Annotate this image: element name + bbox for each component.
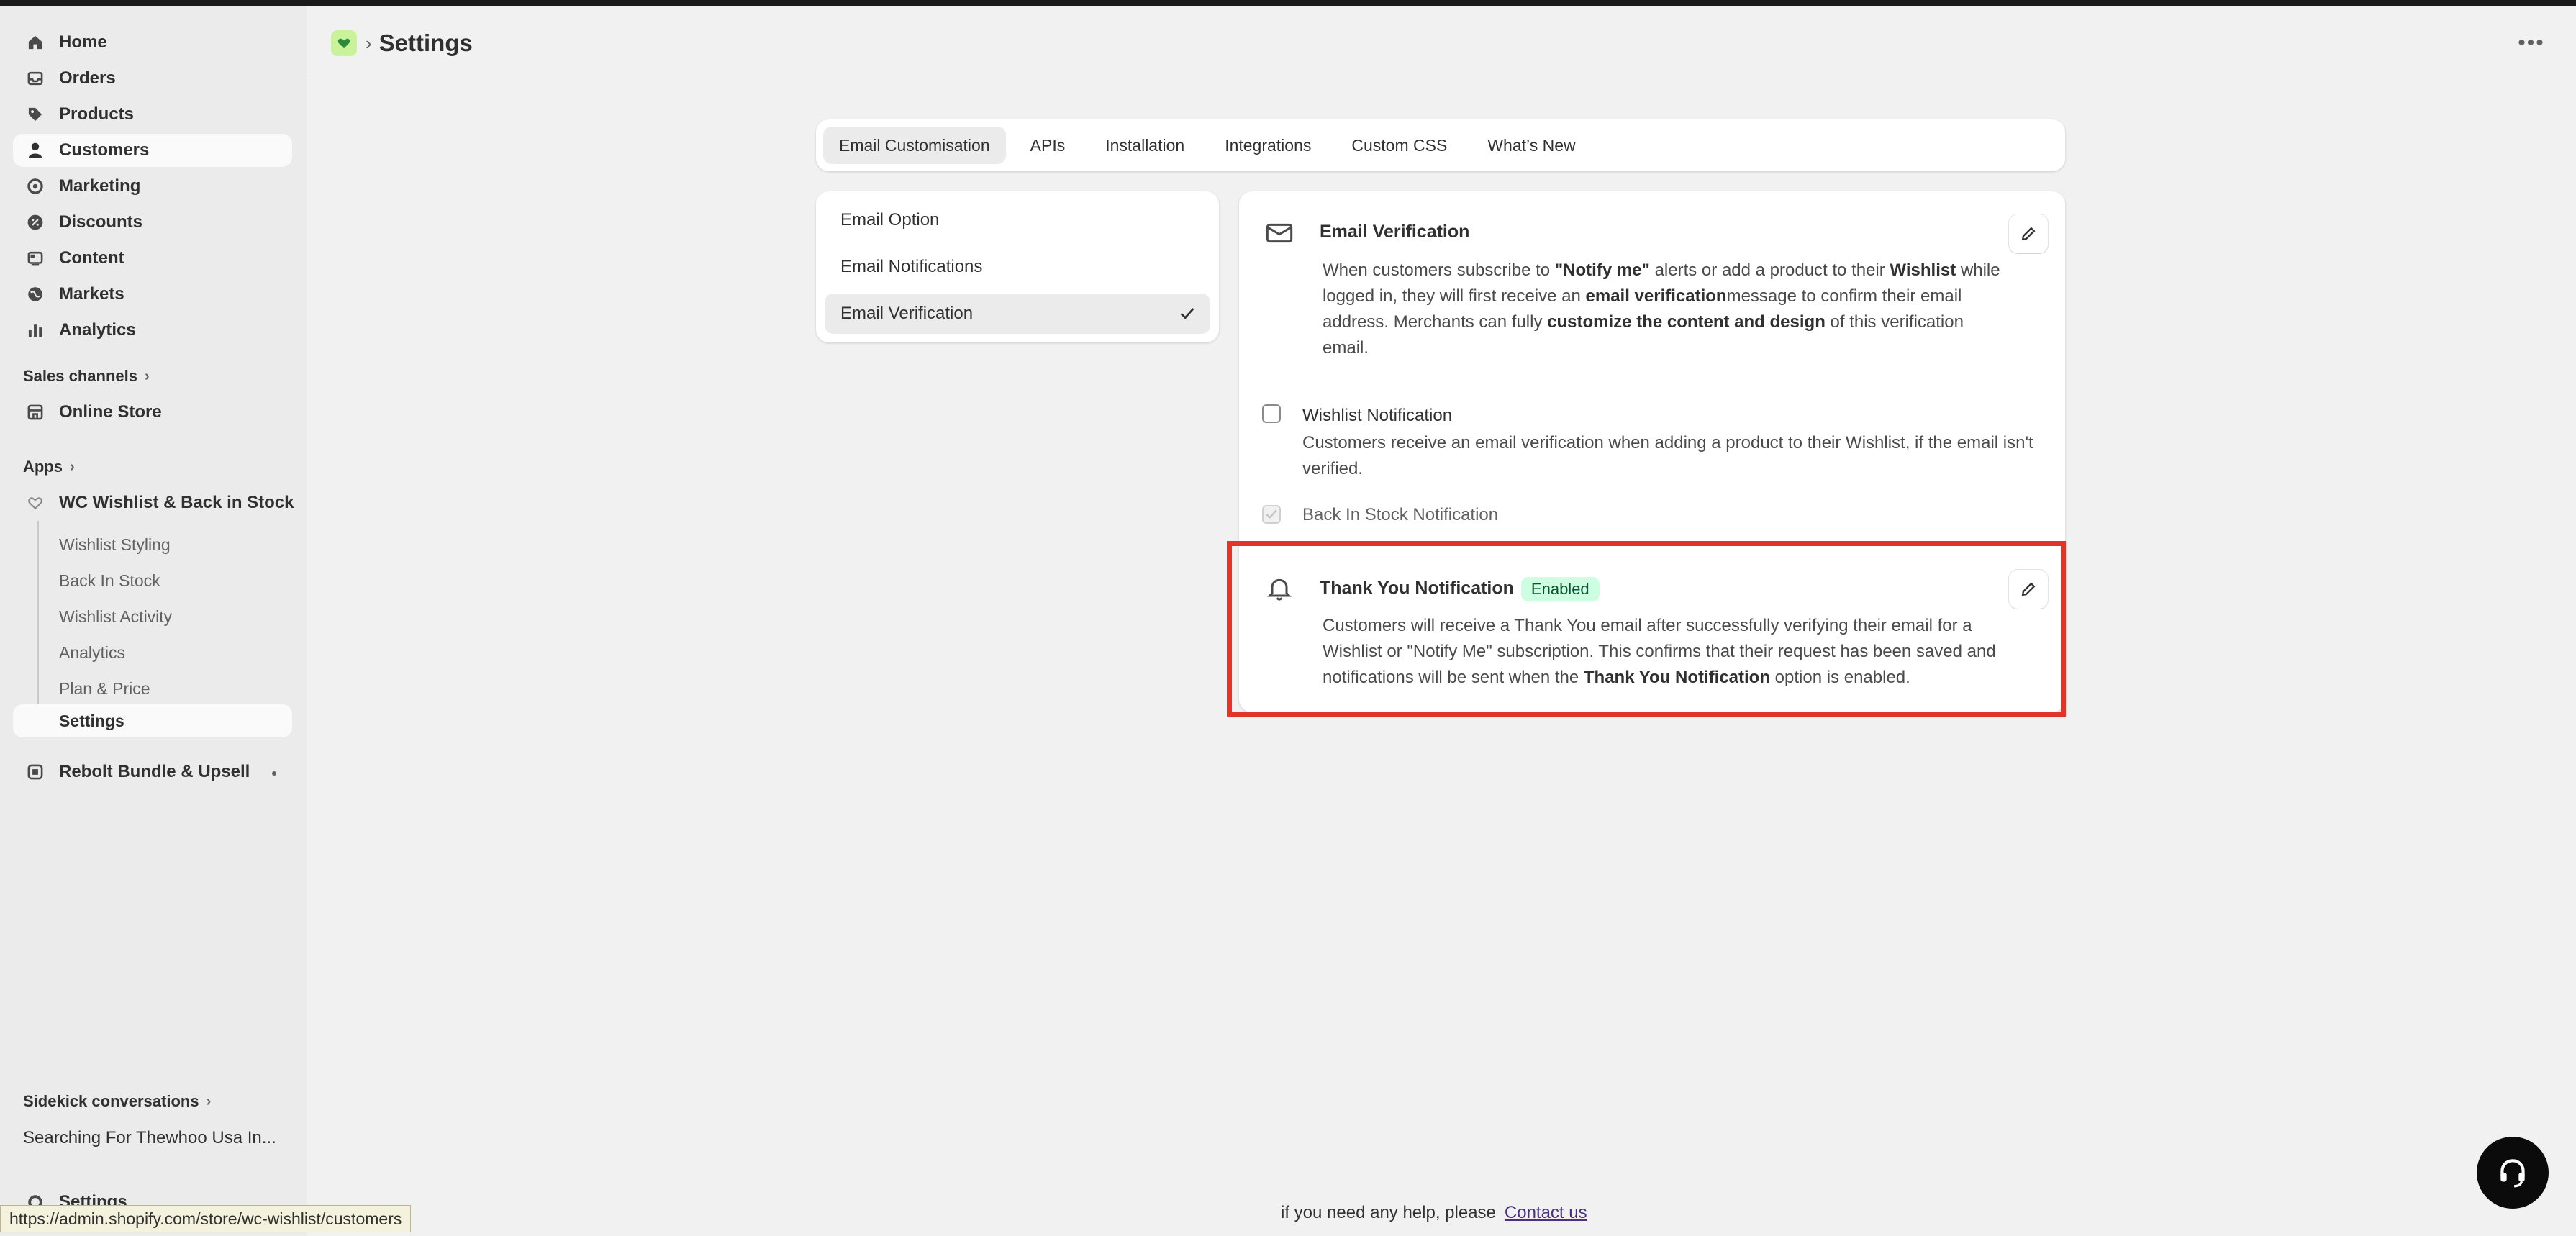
tab-apis[interactable]: APIs bbox=[1015, 127, 1081, 164]
tab-custom-css[interactable]: Custom CSS bbox=[1335, 127, 1463, 164]
breadcrumb-chevron-icon: › bbox=[366, 32, 372, 54]
support-chat-button[interactable] bbox=[2477, 1137, 2549, 1209]
home-icon bbox=[26, 33, 45, 52]
nav-markets-label: Markets bbox=[59, 284, 124, 304]
checkmark-icon bbox=[1180, 308, 1194, 319]
tab-email-customisation[interactable]: Email Customisation bbox=[823, 127, 1006, 164]
sidekick-label: Sidekick conversations bbox=[23, 1092, 199, 1110]
sidekick-conversation-item[interactable]: Searching For Thewhoo Usa In... bbox=[23, 1128, 276, 1148]
headset-icon bbox=[2500, 1159, 2525, 1188]
page-header: › Settings bbox=[331, 26, 473, 60]
discount-icon bbox=[26, 213, 45, 232]
envelope-icon bbox=[1264, 217, 1295, 249]
sub-settings-label: Settings bbox=[59, 711, 124, 730]
sidekick-item-label: Searching For Thewhoo Usa In... bbox=[23, 1128, 276, 1148]
wishlist-notification-label: Wishlist Notification bbox=[1302, 406, 1453, 425]
store-icon bbox=[26, 403, 45, 422]
wishlist-notification-description: Customers receive an email verification … bbox=[1302, 433, 2033, 478]
nav-customers-label: Customers bbox=[59, 140, 150, 160]
nav-discounts-label: Discounts bbox=[59, 212, 143, 232]
checkmark-icon bbox=[1266, 509, 1277, 519]
menu-email-notifications[interactable]: Email Notifications bbox=[825, 247, 1210, 287]
person-icon bbox=[26, 141, 45, 160]
edit-email-verification-button[interactable] bbox=[2009, 214, 2048, 253]
more-actions-icon[interactable]: ••• bbox=[2517, 29, 2546, 58]
pencil-icon bbox=[2021, 227, 2036, 241]
sales-channels-label: Sales channels bbox=[23, 367, 137, 385]
nav-marketing-label: Marketing bbox=[59, 176, 141, 196]
app-logo-icon[interactable] bbox=[331, 30, 357, 56]
nav-rebolt-label: Rebolt Bundle & Upsell bbox=[59, 762, 250, 781]
tab-installation[interactable]: Installation bbox=[1089, 127, 1200, 164]
menu-email-verification-label: Email Verification bbox=[840, 304, 974, 323]
sub-settings[interactable]: Settings bbox=[13, 704, 292, 737]
tree-line bbox=[37, 521, 39, 724]
app-box-icon bbox=[26, 763, 45, 781]
wishlist-notification-checkbox[interactable] bbox=[1262, 404, 1281, 423]
page-title: Settings bbox=[378, 29, 473, 56]
contact-us-link[interactable]: Contact us bbox=[1505, 1203, 1587, 1222]
nav-content[interactable]: Content bbox=[13, 242, 292, 275]
target-icon bbox=[26, 177, 45, 196]
sub-analytics[interactable]: Analytics bbox=[59, 643, 125, 663]
status-url-tooltip: https://admin.shopify.com/store/wc-wishl… bbox=[0, 1205, 412, 1232]
globe-icon bbox=[26, 285, 45, 304]
notification-dot bbox=[272, 771, 276, 776]
nav-products[interactable]: Products bbox=[13, 98, 292, 131]
nav-content-label: Content bbox=[59, 248, 124, 268]
back-in-stock-label: Back In Stock Notification bbox=[1302, 505, 1499, 524]
nav-online-store[interactable]: Online Store bbox=[13, 396, 292, 429]
sales-channels-heading[interactable]: Sales channels › bbox=[23, 367, 150, 386]
top-bar bbox=[0, 0, 2576, 6]
nav-markets[interactable]: Markets bbox=[13, 278, 292, 311]
back-in-stock-checkbox[interactable] bbox=[1262, 505, 1281, 524]
highlight-box bbox=[1227, 541, 2066, 717]
nav-products-label: Products bbox=[59, 104, 135, 124]
bar-chart-icon bbox=[26, 321, 45, 340]
menu-email-option[interactable]: Email Option bbox=[825, 200, 1210, 240]
menu-email-option-label: Email Option bbox=[840, 210, 940, 230]
nav-discounts[interactable]: Discounts bbox=[13, 206, 292, 239]
sub-wishlist-styling[interactable]: Wishlist Styling bbox=[59, 535, 171, 555]
nav-home-label: Home bbox=[59, 32, 107, 52]
email-verification-description: When customers subscribe to "Notify me" … bbox=[1323, 260, 2000, 358]
nav-orders[interactable]: Orders bbox=[13, 62, 292, 95]
sub-back-in-stock[interactable]: Back In Stock bbox=[59, 571, 160, 591]
content-icon bbox=[26, 249, 45, 268]
app-heart-icon bbox=[26, 494, 45, 512]
tab-bar: Email Customisation APIs Installation In… bbox=[816, 119, 2065, 171]
help-footer: if you need any help, please Contact us bbox=[1281, 1203, 1587, 1223]
tag-icon bbox=[26, 105, 45, 124]
nav-home[interactable]: Home bbox=[13, 26, 292, 59]
apps-heading[interactable]: Apps › bbox=[23, 458, 75, 476]
nav-customers[interactable]: Customers bbox=[13, 134, 292, 167]
sidebar: Home Orders Products Customers Marketing… bbox=[0, 6, 307, 1236]
menu-email-notifications-label: Email Notifications bbox=[840, 257, 983, 276]
menu-email-verification[interactable]: Email Verification bbox=[825, 294, 1210, 334]
sub-wishlist-activity[interactable]: Wishlist Activity bbox=[59, 607, 172, 627]
nav-marketing[interactable]: Marketing bbox=[13, 170, 292, 203]
chevron-right-icon: › bbox=[70, 458, 75, 475]
tab-whats-new[interactable]: What’s New bbox=[1471, 127, 1591, 164]
apps-label: Apps bbox=[23, 458, 63, 476]
nav-orders-label: Orders bbox=[59, 68, 116, 88]
nav-analytics[interactable]: Analytics bbox=[13, 314, 292, 347]
email-verification-title: Email Verification bbox=[1320, 222, 1470, 242]
orders-icon bbox=[26, 69, 45, 88]
nav-analytics-label: Analytics bbox=[59, 320, 136, 340]
help-text: if you need any help, please bbox=[1281, 1203, 1496, 1222]
nav-wc-wishlist-label: WC Wishlist & Back in Stock bbox=[59, 493, 294, 512]
nav-online-store-label: Online Store bbox=[59, 402, 162, 422]
sub-plan-price[interactable]: Plan & Price bbox=[59, 679, 150, 699]
sidekick-heading[interactable]: Sidekick conversations › bbox=[23, 1092, 211, 1111]
tab-integrations[interactable]: Integrations bbox=[1209, 127, 1327, 164]
nav-rebolt-app[interactable]: Rebolt Bundle & Upsell bbox=[13, 755, 292, 789]
chevron-right-icon: › bbox=[206, 1093, 212, 1109]
nav-wc-wishlist-app[interactable]: WC Wishlist & Back in Stock bbox=[13, 486, 294, 519]
chevron-right-icon: › bbox=[144, 368, 150, 384]
email-menu-card: Email Option Email Notifications Email V… bbox=[816, 191, 1219, 342]
